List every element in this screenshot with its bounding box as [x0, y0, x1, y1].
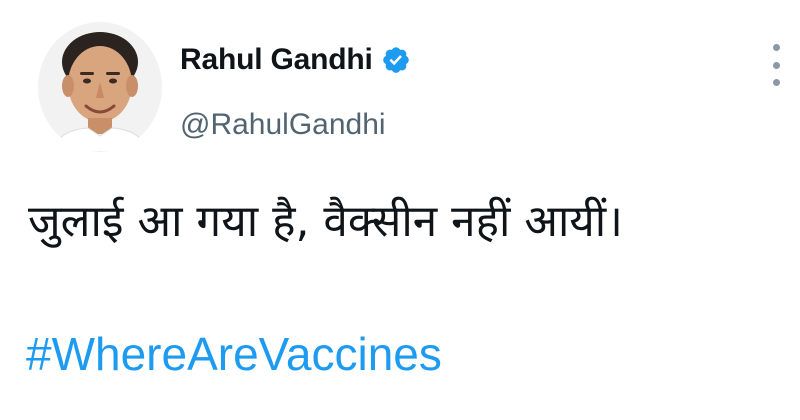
author-display-name[interactable]: Rahul Gandhi	[180, 43, 373, 77]
author-name-row: Rahul Gandhi	[180, 38, 411, 82]
tweet-card: Rahul Gandhi @RahulGandhi जुलाई आ गया है…	[0, 0, 800, 420]
more-dot-icon	[772, 61, 780, 69]
author-handle[interactable]: @RahulGandhi	[180, 108, 411, 142]
verified-badge-icon	[381, 45, 411, 75]
tweet-body-text: जुलाई आ गया है, वैक्सीन नहीं आयीं।	[28, 196, 623, 247]
tweet-header: Rahul Gandhi @RahulGandhi	[180, 38, 411, 142]
avatar-photo	[38, 22, 162, 152]
author-avatar[interactable]	[38, 22, 162, 152]
more-options-button[interactable]	[764, 44, 788, 86]
more-dot-icon	[772, 44, 780, 51]
hashtag-link[interactable]: #WhereAreVaccines	[26, 326, 442, 382]
more-dot-icon	[772, 79, 780, 86]
